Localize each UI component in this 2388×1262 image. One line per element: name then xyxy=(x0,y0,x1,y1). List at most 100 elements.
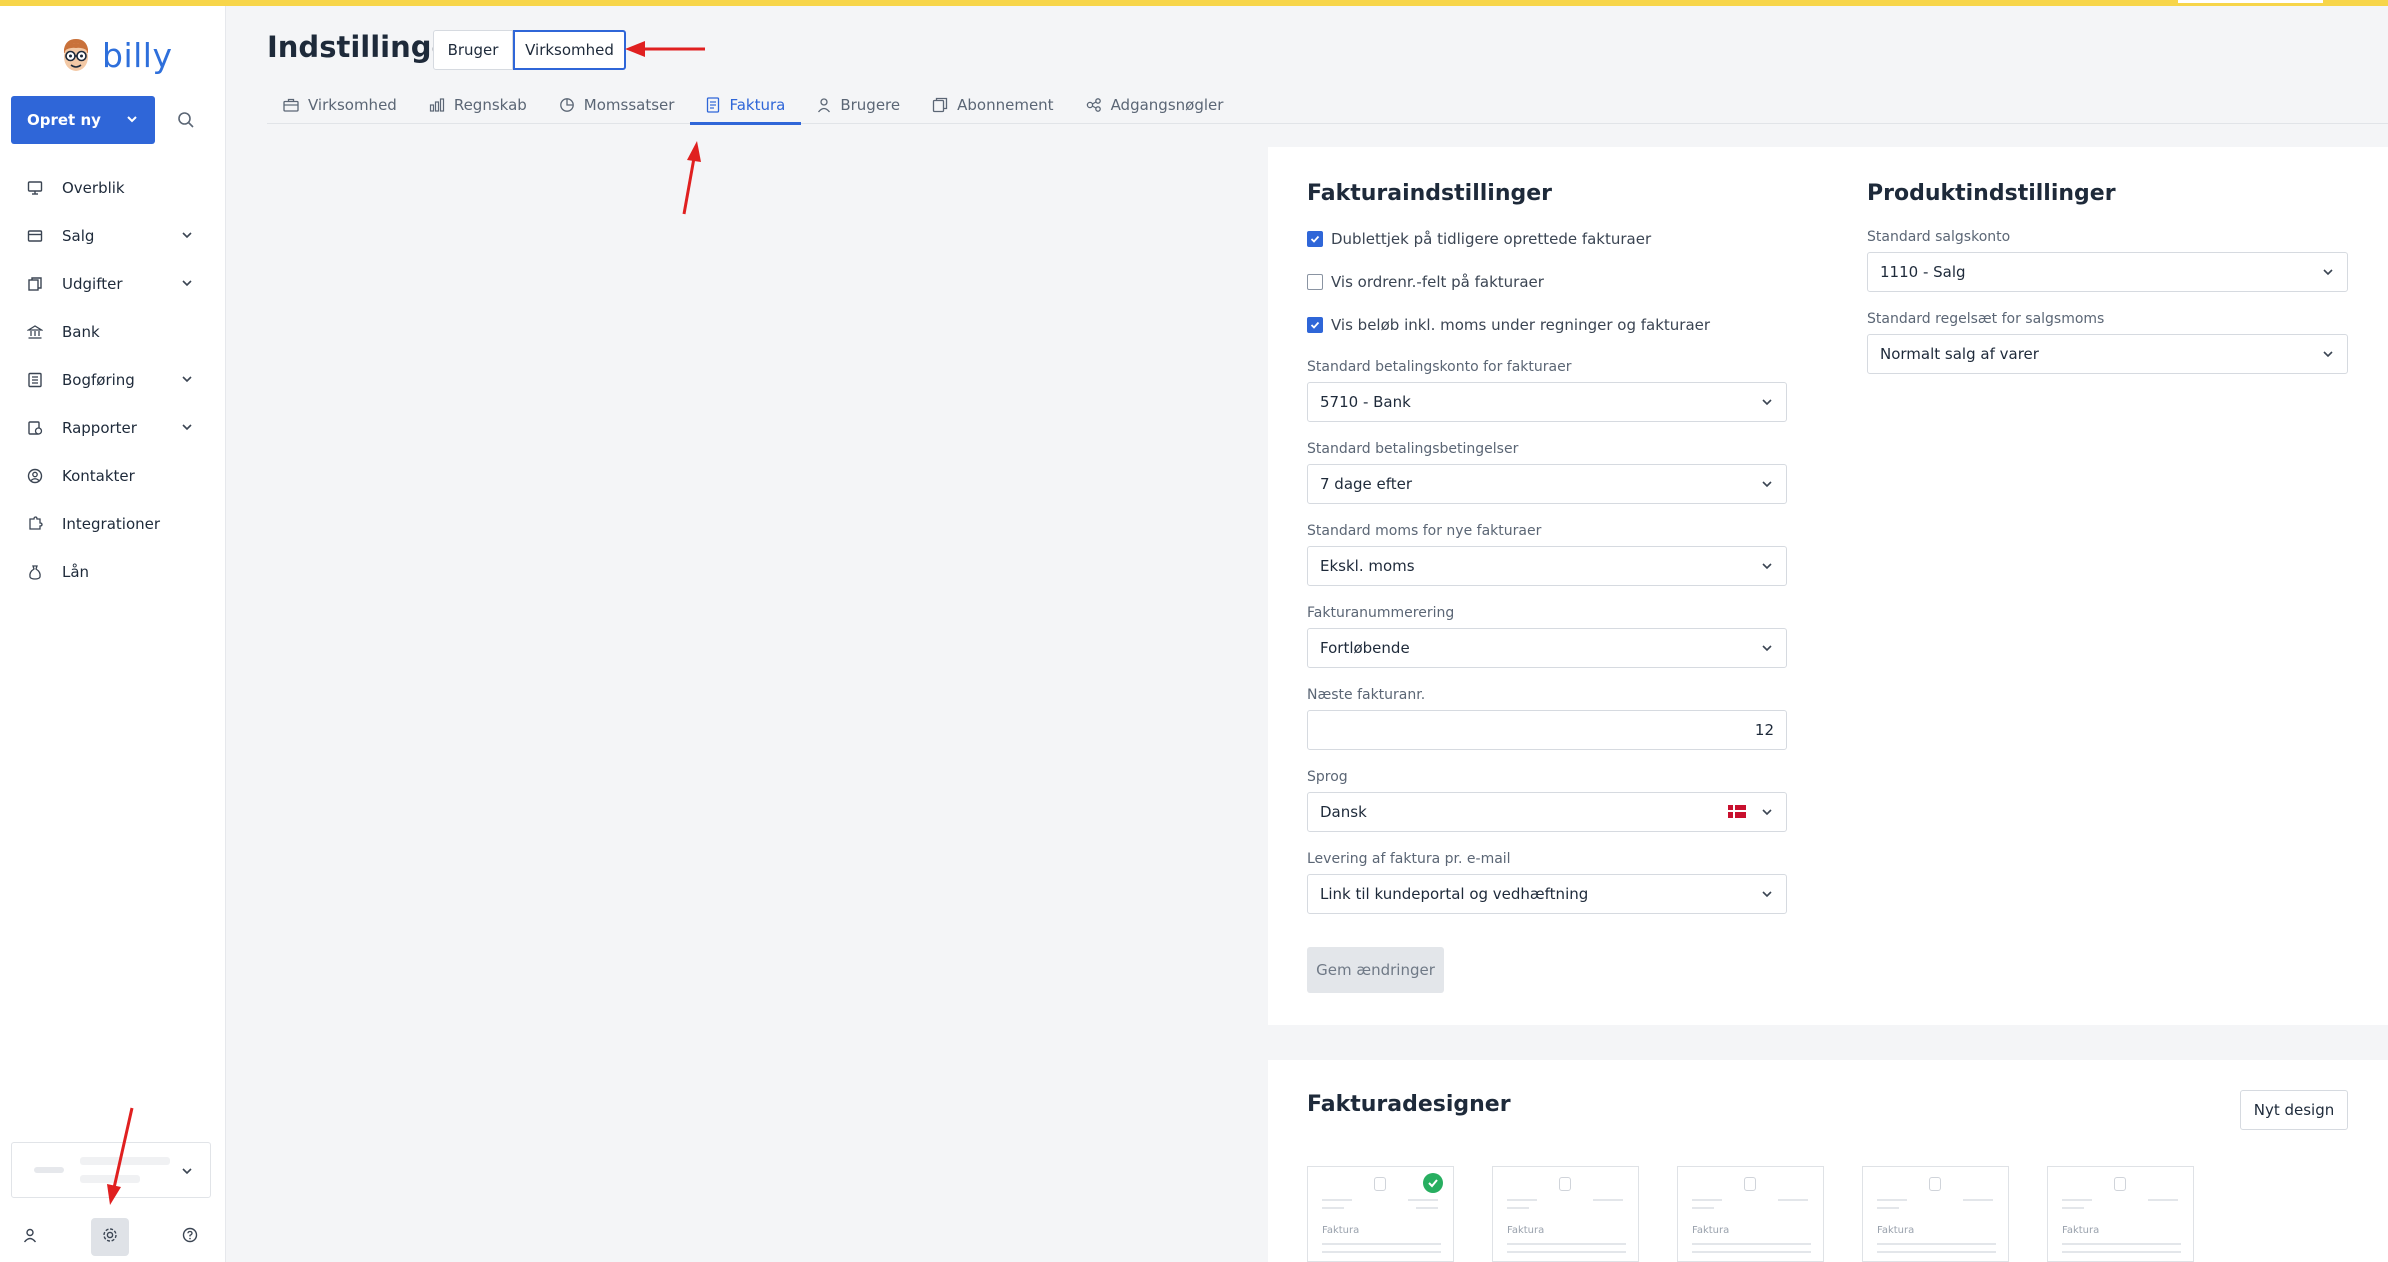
chevron-down-icon xyxy=(180,372,194,390)
default-vat-select[interactable]: Ekskl. moms xyxy=(1307,546,1787,586)
create-new-label: Opret ny xyxy=(27,111,101,129)
logo-text: billy xyxy=(102,35,173,75)
thumbnail-title: Faktura xyxy=(1692,1225,1730,1236)
top-bar-tab xyxy=(2178,0,2323,3)
invoice-settings-panel: Fakturaindstillinger Dublettjek på tidli… xyxy=(1268,147,2388,1025)
tab-label: Momssatser xyxy=(583,96,675,114)
language-select[interactable]: Dansk xyxy=(1307,792,1787,832)
save-changes-button[interactable]: Gem ændringer xyxy=(1307,947,1444,993)
company-switcher[interactable] xyxy=(11,1142,211,1198)
tab-abonnement[interactable]: Abonnement xyxy=(916,86,1069,124)
receipt-icon xyxy=(24,273,46,295)
thumbnail-line xyxy=(1416,1207,1438,1209)
checkbox-order-number[interactable]: Vis ordrenr.-felt på fakturaer xyxy=(1307,272,1544,292)
profile-button[interactable] xyxy=(11,1218,49,1256)
thumbnail-line xyxy=(1778,1199,1808,1201)
thumbnail-line xyxy=(1507,1207,1529,1209)
search-button[interactable] xyxy=(170,106,202,138)
select-value: Ekskl. moms xyxy=(1320,557,1415,575)
tab-label: Virksomhed xyxy=(308,96,397,114)
design-thumbnail[interactable]: Faktura xyxy=(1492,1166,1639,1262)
design-thumbnail[interactable]: Faktura xyxy=(1862,1166,2009,1262)
checkbox-duplicate-check[interactable]: Dublettjek på tidligere oprettede faktur… xyxy=(1307,229,1651,249)
tab-adgangsnoegler[interactable]: Adgangsnøgler xyxy=(1070,86,1240,124)
sidebar-item-kontakter[interactable]: Kontakter xyxy=(16,452,210,500)
thumbnail-line xyxy=(2062,1199,2092,1201)
design-thumbnail[interactable]: Faktura xyxy=(1677,1166,1824,1262)
chevron-down-icon xyxy=(1760,559,1774,577)
thumbnail-line xyxy=(1322,1243,1441,1245)
invoice-designer-panel: Fakturadesigner Nyt design Faktura Faktu… xyxy=(1268,1060,2388,1262)
design-thumbnail[interactable]: Faktura xyxy=(1307,1166,1454,1262)
search-icon xyxy=(177,111,195,133)
checkbox-checked[interactable] xyxy=(1307,317,1323,333)
next-number-label: Næste fakturanr. xyxy=(1307,687,1426,703)
sidebar-footer xyxy=(11,1218,211,1256)
sidebar-item-label: Kontakter xyxy=(62,467,135,485)
sidebar-item-label: Lån xyxy=(62,563,90,581)
sidebar-item-label: Udgifter xyxy=(62,275,123,293)
sidebar-item-label: Bogføring xyxy=(62,371,135,389)
toggle-company-button[interactable]: Virksomhed xyxy=(513,30,626,70)
pie-chart-icon xyxy=(559,97,575,113)
chevron-down-icon xyxy=(2321,265,2335,283)
vat-rule-select[interactable]: Normalt salg af varer xyxy=(1867,334,2348,374)
sidebar-nav: Overblik Salg Udgifter Bank Bogføring Ra… xyxy=(16,164,210,596)
email-delivery-select[interactable]: Link til kundeportal og vedhæftning xyxy=(1307,874,1787,914)
payment-account-select[interactable]: 5710 - Bank xyxy=(1307,382,1787,422)
create-new-button[interactable]: Opret ny xyxy=(11,96,155,144)
tab-regnskab[interactable]: Regnskab xyxy=(413,86,543,124)
thumbnail-line xyxy=(1322,1251,1441,1253)
design-thumbnail[interactable]: Faktura xyxy=(2047,1166,2194,1262)
settings-tabs: Virksomhed Regnskab Momssatser Faktura B… xyxy=(267,86,2388,125)
thumbnail-title: Faktura xyxy=(1877,1225,1915,1236)
tab-momssatser[interactable]: Momssatser xyxy=(543,86,691,124)
sidebar-item-salg[interactable]: Salg xyxy=(16,212,210,260)
select-value: Link til kundeportal og vedhæftning xyxy=(1320,885,1589,903)
checkbox-show-incl-vat[interactable]: Vis beløb inkl. moms under regninger og … xyxy=(1307,315,1710,335)
chevron-down-icon xyxy=(180,228,194,246)
payment-terms-select[interactable]: 7 dage efter xyxy=(1307,464,1787,504)
next-number-input[interactable]: 12 xyxy=(1307,710,1787,750)
chevron-down-icon xyxy=(2321,347,2335,365)
sidebar-item-bank[interactable]: Bank xyxy=(16,308,210,356)
checkbox-unchecked[interactable] xyxy=(1307,274,1323,290)
thumbnail-line xyxy=(1877,1199,1907,1201)
thumbnail-line xyxy=(1877,1251,1996,1253)
numbering-select[interactable]: Fortløbende xyxy=(1307,628,1787,668)
thumbnail-line xyxy=(2062,1207,2084,1209)
sidebar-item-laan[interactable]: Lån xyxy=(16,548,210,596)
new-design-button[interactable]: Nyt design xyxy=(2240,1090,2348,1130)
report-icon xyxy=(24,417,46,439)
billy-logo[interactable]: billy xyxy=(58,30,172,80)
sales-account-select[interactable]: 1110 - Salg xyxy=(1867,252,2348,292)
checkbox-label: Dublettjek på tidligere oprettede faktur… xyxy=(1331,230,1652,248)
top-accent-bar xyxy=(0,0,2388,6)
briefcase-icon xyxy=(283,98,299,112)
user-icon xyxy=(22,1227,38,1247)
tab-brugere[interactable]: Brugere xyxy=(801,86,916,124)
sidebar-item-rapporter[interactable]: Rapporter xyxy=(16,404,210,452)
tab-label: Adgangsnøgler xyxy=(1110,96,1224,114)
annotation-arrow-toggle xyxy=(625,41,705,57)
sidebar-item-label: Salg xyxy=(62,227,95,245)
settings-button[interactable] xyxy=(91,1218,129,1256)
sidebar-item-overblik[interactable]: Overblik xyxy=(16,164,210,212)
sidebar-item-bogforing[interactable]: Bogføring xyxy=(16,356,210,404)
help-button[interactable] xyxy=(171,1218,209,1256)
default-vat-label: Standard moms for nye fakturaer xyxy=(1307,523,1542,539)
tab-label: Regnskab xyxy=(453,96,527,114)
thumbnail-line xyxy=(2148,1199,2178,1201)
puzzle-icon xyxy=(24,513,46,535)
product-settings-title: Produktindstillinger xyxy=(1867,181,2116,206)
tag-icon xyxy=(24,225,46,247)
sidebar-item-label: Integrationer xyxy=(62,515,161,533)
tab-virksomhed[interactable]: Virksomhed xyxy=(267,86,413,124)
invoice-settings-title: Fakturaindstillinger xyxy=(1307,181,1552,206)
tab-label: Abonnement xyxy=(957,96,1054,114)
toggle-user-button[interactable]: Bruger xyxy=(433,30,513,70)
sidebar-item-integrationer[interactable]: Integrationer xyxy=(16,500,210,548)
sidebar-item-udgifter[interactable]: Udgifter xyxy=(16,260,210,308)
tab-faktura[interactable]: Faktura xyxy=(690,86,802,125)
checkbox-checked[interactable] xyxy=(1307,231,1323,247)
